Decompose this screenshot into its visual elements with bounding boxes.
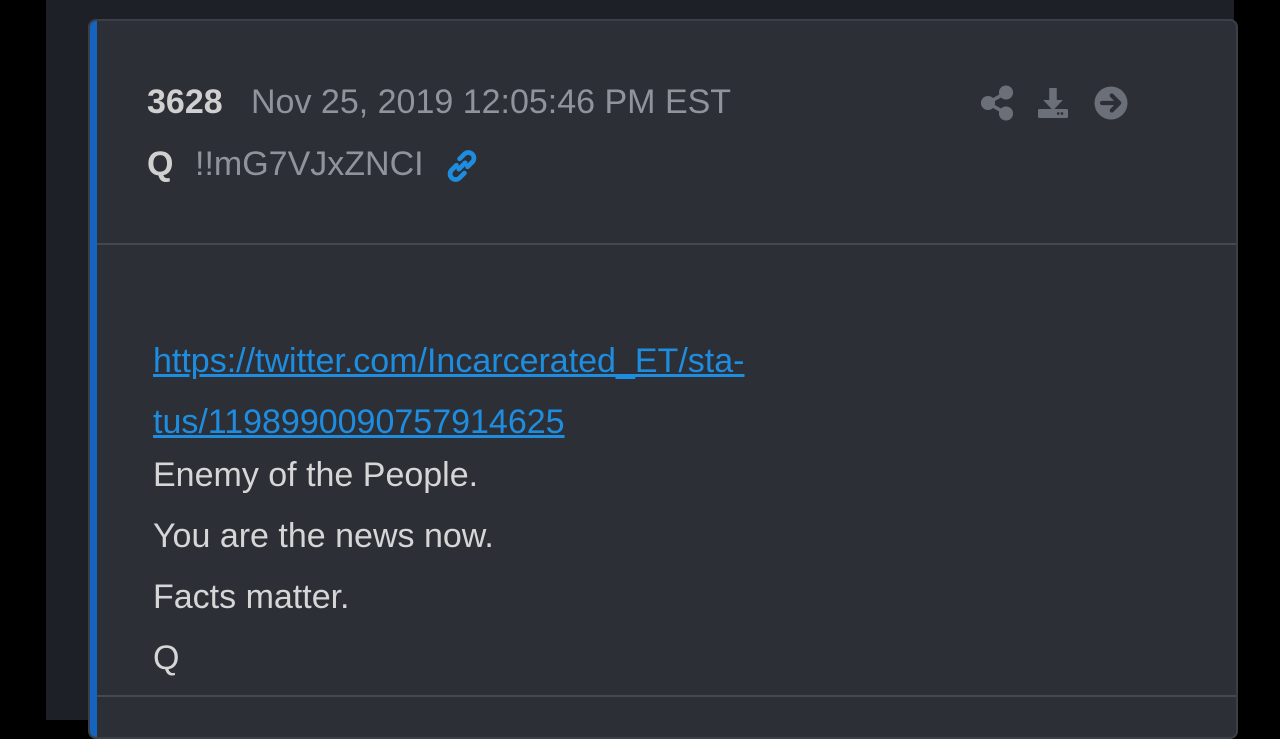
post-text-line: Enemy of the People. [153,456,479,494]
post-body: https://twitter.com/Incarcerated_ET/sta-… [97,245,1236,697]
tweet-link[interactable]: https://twitter.com/Incarcerated_ET/sta-… [153,331,853,453]
post-author: Q [147,145,174,183]
post-card: 3628 Nov 25, 2019 12:05:46 PM EST Q !!mG… [88,19,1238,739]
arrow-right-circle-icon[interactable] [1093,85,1129,121]
post-text-line: You are the news now. [153,517,494,555]
post-timestamp: Nov 25, 2019 12:05:46 PM EST [251,83,732,121]
post-header: 3628 Nov 25, 2019 12:05:46 PM EST Q !!mG… [97,21,1236,245]
page-background: 3628 Nov 25, 2019 12:05:46 PM EST Q !!mG… [46,0,1238,739]
post-accent-bar [90,21,97,737]
post-signature: Q [153,639,180,677]
tweet-link-line-2[interactable]: tus/1198990090757914625 [153,392,853,453]
post-number[interactable]: 3628 [147,83,223,122]
post-text-line: Facts matter. [153,578,350,616]
post-tripcode: !!mG7VJxZNCI [195,145,424,183]
download-icon[interactable] [1035,85,1071,121]
tweet-link-line-1[interactable]: https://twitter.com/Incarcerated_ET/sta- [153,331,853,392]
share-icon[interactable] [979,85,1015,121]
link-icon[interactable] [443,147,481,185]
